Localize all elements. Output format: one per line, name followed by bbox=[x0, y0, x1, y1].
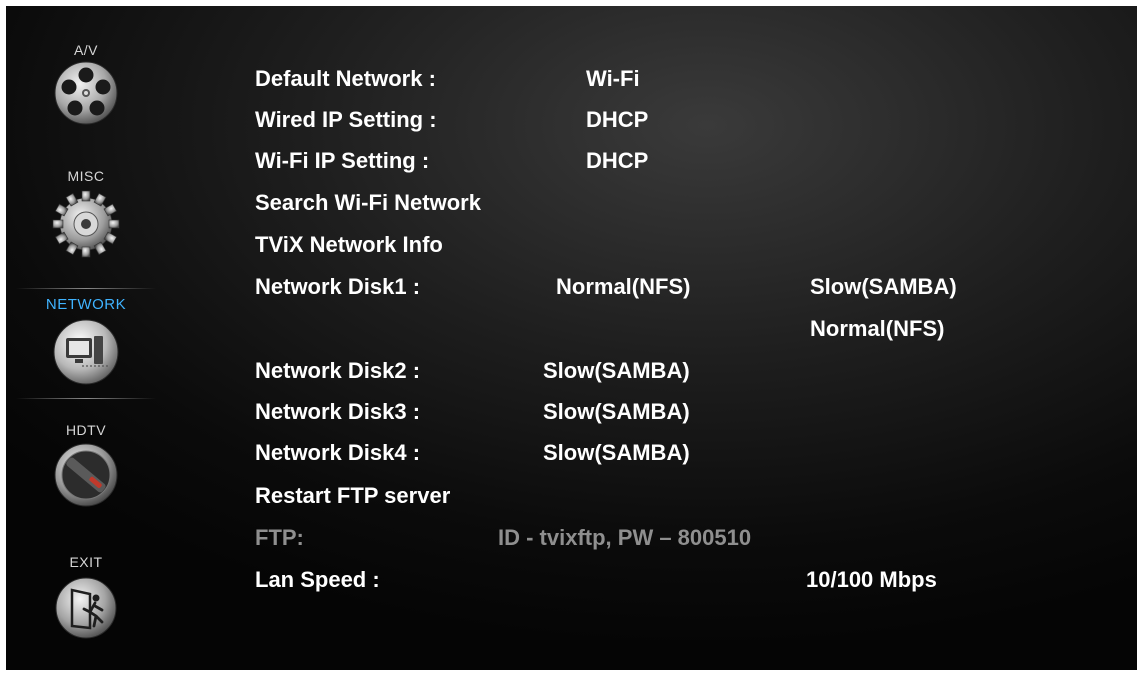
computer-network-icon bbox=[53, 319, 119, 385]
network-disk4-value[interactable]: Slow(SAMBA) bbox=[543, 440, 690, 466]
wired-ip-label: Wired IP Setting : bbox=[255, 107, 437, 132]
network-disk2-label: Network Disk2 : bbox=[255, 358, 421, 383]
ftp-credentials: ID - tvixftp, PW – 800510 bbox=[498, 525, 752, 550]
network-disk2-value[interactable]: Slow(SAMBA) bbox=[543, 358, 690, 384]
sidebar-item-exit[interactable]: EXIT bbox=[6, 554, 166, 664]
default-network-label: Default Network : bbox=[255, 66, 436, 91]
network-disk4-label: Network Disk4 : bbox=[255, 440, 421, 465]
sidebar-item-label: NETWORK bbox=[45, 296, 127, 313]
film-reel-icon bbox=[54, 61, 118, 125]
network-disk3-label: Network Disk3 : bbox=[255, 399, 421, 424]
search-wifi-network-button[interactable]: Search Wi-Fi Network bbox=[255, 190, 481, 216]
network-disk1-value[interactable]: Normal(NFS) bbox=[556, 274, 690, 300]
lan-speed-label: Lan Speed : bbox=[255, 567, 380, 592]
default-network-value[interactable]: Wi-Fi bbox=[586, 66, 640, 92]
sidebar-item-av[interactable]: A/V bbox=[6, 42, 166, 152]
gear-disc-icon bbox=[52, 190, 120, 258]
network-disk1-label: Network Disk1 : bbox=[255, 274, 421, 299]
sidebar-divider bbox=[16, 398, 156, 399]
sidebar-item-label: MISC bbox=[67, 168, 105, 184]
sidebar-divider bbox=[16, 288, 156, 289]
wired-ip-value[interactable]: DHCP bbox=[586, 107, 648, 133]
sidebar-item-label: HDTV bbox=[65, 422, 107, 438]
sidebar-item-misc[interactable]: MISC bbox=[6, 168, 166, 278]
tvix-network-info-button[interactable]: TViX Network Info bbox=[255, 232, 443, 258]
settings-screen: A/V MISC NETWORK HDTV EXIT Default Netwo… bbox=[6, 6, 1137, 670]
network-disk3-value[interactable]: Slow(SAMBA) bbox=[543, 399, 690, 425]
wifi-ip-label: Wi-Fi IP Setting : bbox=[255, 148, 430, 173]
sidebar-item-network[interactable]: NETWORK bbox=[6, 296, 166, 396]
sidebar-item-label: A/V bbox=[73, 42, 99, 58]
wifi-ip-value[interactable]: DHCP bbox=[586, 148, 648, 174]
network-disk1-option[interactable]: Normal(NFS) bbox=[810, 316, 944, 342]
lan-speed-value[interactable]: 10/100 Mbps bbox=[806, 567, 937, 593]
hdtv-knob-icon bbox=[54, 443, 118, 507]
network-disk1-option[interactable]: Slow(SAMBA) bbox=[810, 274, 957, 300]
restart-ftp-server-button[interactable]: Restart FTP server bbox=[255, 483, 450, 509]
exit-door-icon bbox=[55, 577, 117, 639]
ftp-label: FTP: bbox=[255, 525, 304, 550]
sidebar-item-hdtv[interactable]: HDTV bbox=[6, 422, 166, 532]
sidebar-item-label: EXIT bbox=[69, 554, 103, 570]
